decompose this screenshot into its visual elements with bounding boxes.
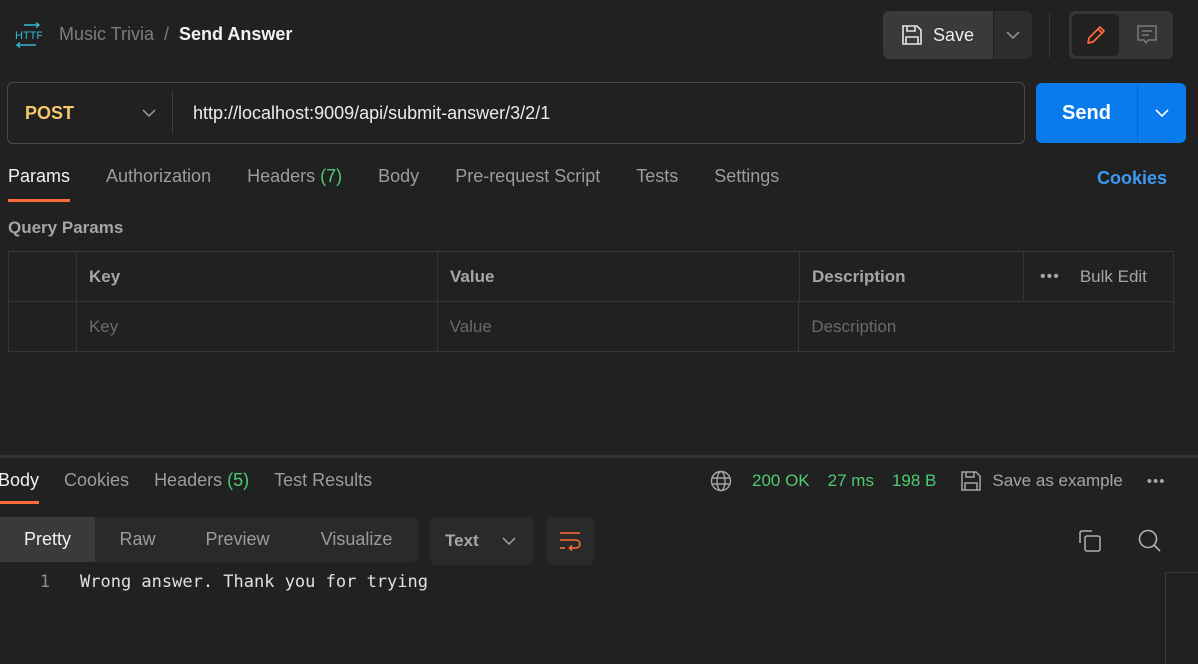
more-options-icon[interactable]: ••• — [1040, 268, 1060, 286]
tab-label: Body — [378, 166, 420, 186]
chevron-down-icon — [1155, 109, 1169, 117]
table-row — [9, 302, 1173, 351]
tab-label: Settings — [714, 166, 780, 186]
checkbox-column-header — [9, 252, 77, 301]
send-button-group: Send — [1036, 83, 1186, 143]
tab-headers[interactable]: Headers (7) — [247, 166, 342, 201]
request-tabs: Params Authorization Headers (7) Body Pr… — [8, 166, 815, 202]
tab-pre-request-script[interactable]: Pre-request Script — [455, 166, 600, 201]
copy-icon — [1079, 530, 1101, 552]
save-button-group: Save — [883, 11, 1032, 59]
format-label: Text — [445, 531, 479, 550]
view-visualize[interactable]: Visualize — [295, 517, 418, 562]
response-tabs: Body Cookies Headers (5) Test Results — [0, 470, 397, 504]
response-tab-cookies[interactable]: Cookies — [64, 470, 129, 503]
column-header-description: Description — [800, 252, 1024, 301]
headers-count-badge: (7) — [320, 166, 343, 186]
save-as-example-label: Save as example — [992, 471, 1123, 490]
status-code[interactable]: 200 OK — [752, 471, 810, 491]
column-header-key: Key — [77, 252, 438, 301]
response-body-text: Wrong answer. Thank you for trying — [80, 572, 428, 592]
comments-mode-button[interactable] — [1123, 14, 1170, 56]
tab-label: Test Results — [274, 470, 373, 490]
pane-resize-handle[interactable] — [0, 455, 1198, 458]
pencil-icon — [1086, 26, 1105, 44]
tab-label: Headers — [247, 166, 316, 186]
breadcrumb-separator: / — [164, 24, 170, 44]
view-pretty[interactable]: Pretty — [0, 517, 95, 562]
edit-mode-button[interactable] — [1072, 14, 1119, 56]
save-as-example-button[interactable]: Save as example — [960, 470, 1123, 492]
search-button[interactable] — [1135, 527, 1165, 555]
chevron-down-icon — [142, 109, 156, 117]
tab-authorization[interactable]: Authorization — [106, 166, 211, 201]
table-actions: ••• Bulk Edit — [1024, 252, 1173, 301]
url-input[interactable] — [173, 83, 1024, 143]
response-scrollbar[interactable] — [1165, 572, 1198, 664]
response-more-icon[interactable]: ••• — [1147, 473, 1166, 490]
view-raw[interactable]: Raw — [95, 517, 180, 562]
request-title[interactable]: Send Answer — [179, 24, 292, 45]
response-headers-count-badge: (5) — [227, 470, 250, 490]
send-button[interactable]: Send — [1036, 83, 1137, 143]
http-icon: HTTP — [15, 22, 42, 48]
format-select[interactable]: Text — [430, 517, 534, 565]
globe-icon[interactable] — [710, 470, 732, 492]
line-number: 1 — [39, 572, 50, 592]
chevron-down-icon — [502, 537, 516, 545]
breadcrumb: Music Trivia / Send Answer — [59, 24, 292, 45]
method-select[interactable]: POST — [8, 92, 173, 134]
tab-settings[interactable]: Settings — [714, 166, 779, 201]
param-key-input[interactable] — [88, 316, 437, 337]
table-header-row: Key Value Description ••• Bulk Edit — [9, 252, 1173, 302]
query-params-table: Key Value Description ••• Bulk Edit — [8, 251, 1174, 352]
tab-label: Authorization — [106, 166, 212, 186]
response-body-line: 1 Wrong answer. Thank you for trying — [0, 572, 428, 592]
view-preview[interactable]: Preview — [180, 517, 295, 562]
tab-label: Pre-request Script — [455, 166, 601, 186]
copy-button[interactable] — [1076, 527, 1104, 555]
save-label: Save — [933, 24, 975, 45]
param-description-input[interactable] — [811, 316, 1173, 337]
floppy-disk-icon — [961, 471, 982, 491]
tab-label: Headers — [154, 470, 223, 490]
response-tab-test-results[interactable]: Test Results — [274, 470, 372, 503]
response-meta: 200 OK 27 ms 198 B Save as example ••• — [710, 468, 1166, 494]
tab-label: Tests — [636, 166, 679, 186]
breadcrumb-collection[interactable]: Music Trivia — [59, 24, 154, 45]
wrap-lines-button[interactable] — [546, 517, 594, 565]
method-label: POST — [25, 102, 75, 123]
svg-text:HTTP: HTTP — [15, 30, 42, 42]
save-options-button[interactable] — [994, 11, 1032, 59]
wrap-lines-icon — [560, 532, 581, 552]
response-size[interactable]: 198 B — [892, 471, 936, 491]
chevron-down-icon — [1006, 31, 1020, 39]
floppy-disk-icon — [902, 25, 922, 45]
tab-label: Body — [0, 470, 40, 490]
param-value-input[interactable] — [449, 316, 799, 337]
tab-label: Params — [8, 166, 71, 186]
row-checkbox-cell — [9, 302, 77, 351]
header-divider — [1049, 12, 1050, 58]
view-mode-toggle — [1069, 11, 1173, 59]
search-icon — [1138, 529, 1161, 552]
query-params-title: Query Params — [8, 218, 124, 237]
save-button[interactable]: Save — [883, 11, 993, 59]
bulk-edit-button[interactable]: Bulk Edit — [1080, 267, 1147, 287]
response-tab-headers[interactable]: Headers (5) — [154, 470, 249, 503]
url-bar: POST — [7, 82, 1025, 144]
comment-icon — [1136, 25, 1157, 45]
column-header-value: Value — [438, 252, 800, 301]
response-tab-body[interactable]: Body — [0, 470, 40, 504]
tab-body[interactable]: Body — [378, 166, 419, 201]
response-time[interactable]: 27 ms — [828, 471, 874, 491]
cookies-link[interactable]: Cookies — [1097, 168, 1167, 189]
tab-label: Cookies — [64, 470, 130, 490]
tab-params[interactable]: Params — [8, 166, 71, 202]
response-view-switcher: Pretty Raw Preview Visualize — [0, 517, 418, 562]
tab-tests[interactable]: Tests — [636, 166, 678, 201]
send-options-button[interactable] — [1137, 83, 1186, 143]
